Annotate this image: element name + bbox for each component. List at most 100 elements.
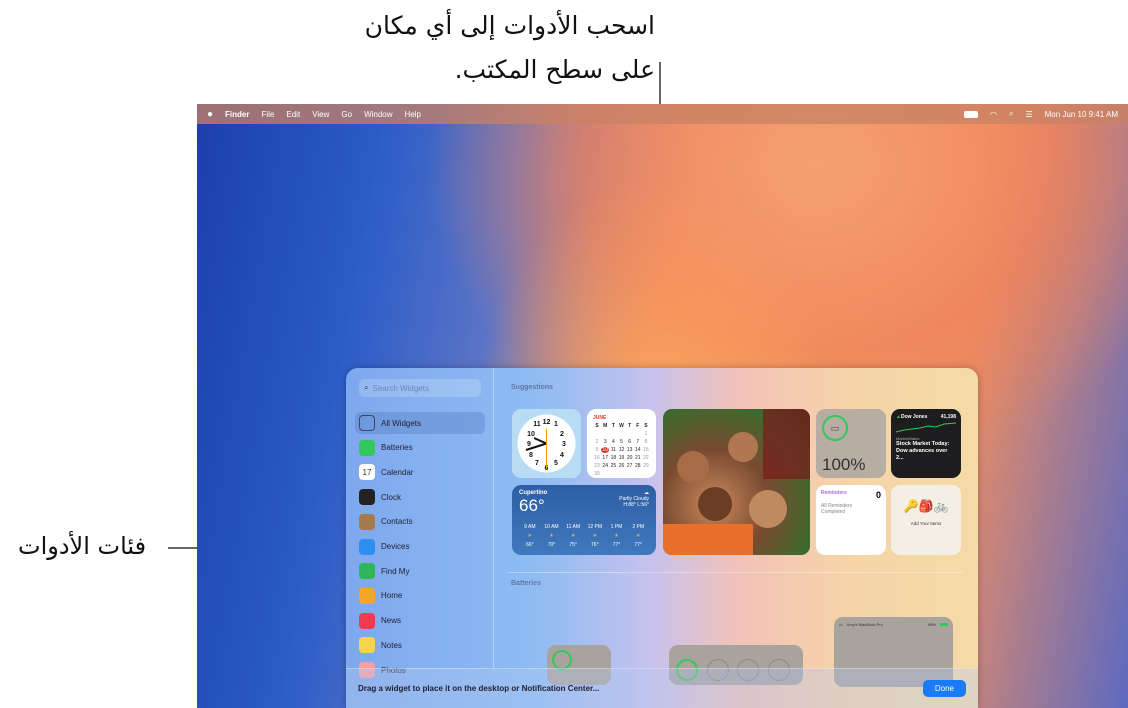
battery-widget[interactable]: ▭ 100% (816, 409, 886, 478)
svg-text:1: 1 (554, 421, 558, 428)
menu-go[interactable]: Go (341, 110, 352, 119)
sidebar-item-calendar[interactable]: 17 Calendar (355, 461, 485, 483)
forecast-hour: 2 PM (632, 524, 644, 530)
stocks-widget[interactable]: ▲Dow Jones 41,198 MarketWatch Stock Mark… (891, 409, 961, 478)
battery-status-icon[interactable] (963, 110, 978, 118)
sidebar-item-home[interactable]: Home (355, 585, 485, 607)
find-my-icon (359, 563, 375, 580)
calendar-date: 18 (610, 455, 617, 461)
drag-widgets-callout: اسحب الأدوات إلى أي مكان على سطح المكتب. (335, 4, 655, 92)
section-suggestions: Suggestions (511, 384, 554, 391)
calendar-date: 9 (595, 447, 599, 453)
sidebar-item-news[interactable]: News (355, 610, 485, 632)
calendar-date: 13 (626, 447, 633, 453)
forecast-hour: 9 AM (524, 524, 536, 530)
weekday-label: S (644, 423, 648, 429)
weather-widget[interactable]: Cupertino 66° ☁ Partly Cloudy H:88° L:56… (512, 485, 656, 555)
calendar-date: 27 (626, 463, 633, 469)
svg-text:7: 7 (535, 460, 539, 467)
wifi-icon[interactable]: ◠ (990, 110, 997, 119)
divider (507, 572, 963, 573)
sun-icon: ☀ (592, 533, 598, 539)
calendar-grid: S M T W T F S 1 2 3 4 5 6 7 8 9 10 11 12 13 14 15 16 17 18 19 20 21… (593, 423, 650, 477)
svg-text:9: 9 (527, 441, 531, 448)
sidebar-item-contacts[interactable]: Contacts (355, 511, 485, 533)
sidebar-item-find-my[interactable]: Find My (355, 560, 485, 582)
clock-icon (359, 489, 375, 506)
menu-clock[interactable]: Mon Jun 10 9:41 AM (1045, 110, 1118, 119)
calendar-date (626, 431, 634, 437)
photos-widget[interactable] (663, 409, 810, 555)
backpack-icon: 🎒 (918, 499, 934, 513)
svg-text:2: 2 (560, 431, 564, 438)
sun-icon: ☀ (549, 533, 554, 539)
calendar-month: JUNE (593, 415, 607, 421)
sidebar-item-batteries[interactable]: Batteries (355, 437, 485, 459)
calendar-date: 1 (644, 431, 648, 437)
calendar-widget[interactable]: JUNE S M T W T F S 1 2 3 4 5 6 7 8 9 10 11 12 13 14 15 16 17 18 1… (587, 409, 656, 478)
calendar-icon: 17 (359, 464, 375, 481)
svg-text:5: 5 (554, 460, 558, 467)
forecast-temp: 66° (526, 542, 534, 548)
calendar-date: 4 (611, 439, 615, 445)
calendar-date: 20 (626, 455, 633, 461)
hourly-forecast: 9 AM 10 AM 11 AM 12 PM 1 PM 2 PM ☀ ☀ ☀ ☀ ☀ ☀ 66° 70° 7… (519, 524, 649, 548)
search-input[interactable]: Search Widgets (372, 384, 428, 393)
calendar-date: 14 (634, 447, 641, 453)
notes-icon (359, 637, 375, 654)
calendar-date (617, 431, 625, 437)
spotlight-icon[interactable]: ⌕ (1009, 109, 1013, 119)
done-button[interactable]: Done (922, 680, 966, 697)
laptop-icon: ▭ (839, 622, 843, 627)
sidebar-item-label: Home (381, 591, 403, 601)
sidebar-item-devices[interactable]: Devices (355, 536, 485, 558)
menu-view[interactable]: View (312, 110, 329, 119)
find-my-label: Add Your Items (910, 521, 942, 526)
calendar-date (609, 431, 617, 437)
sidebar-item-label: Contacts (381, 517, 413, 527)
reminders-widget[interactable]: Reminders 0 All Reminders Completed (816, 485, 886, 555)
sun-icon: ☀ (635, 533, 641, 539)
forecast-temp: 77° (612, 542, 621, 548)
sidebar-item-all-widgets[interactable]: All Widgets (355, 412, 485, 434)
battery-percent: 100% (822, 455, 866, 474)
weekday-label: T (611, 423, 615, 429)
reminders-header: Reminders 0 (821, 490, 881, 500)
calendar-date (601, 431, 609, 437)
forecast-temp: 77° (634, 542, 642, 548)
calendar-date: 25 (610, 463, 617, 469)
sidebar-item-notes[interactable]: Notes (355, 634, 485, 656)
sidebar-item-clock[interactable]: Clock (355, 486, 485, 508)
menu-edit[interactable]: Edit (286, 110, 300, 119)
svg-text:12: 12 (543, 419, 551, 426)
drag-hint: Drag a widget to place it on the desktop… (358, 684, 600, 693)
svg-text:8: 8 (529, 452, 533, 459)
menu-window[interactable]: Window (364, 110, 392, 119)
apple-menu-icon[interactable]: ● (207, 109, 213, 120)
control-center-icon[interactable]: ☰ (1025, 110, 1032, 119)
sidebar-item-label: Batteries (381, 443, 413, 453)
weekday-label: T (628, 423, 632, 429)
calendar-date: 26 (618, 463, 625, 469)
news-icon (359, 612, 375, 629)
menu-help[interactable]: Help (405, 110, 421, 119)
calendar-date: 17 (602, 455, 608, 461)
widget-browser: Suggestions 12369 1245 781011 JUNE SMTWT… (495, 368, 978, 687)
battery-row: ▭ Amy's MacBook Pro 98% (839, 622, 948, 627)
menu-file[interactable]: File (262, 110, 275, 119)
sun-icon: ☀ (614, 533, 619, 539)
calendar-date: 11 (610, 447, 616, 453)
home-icon (359, 587, 375, 604)
callout-text: على سطح المكتب. (454, 55, 655, 84)
find-my-widget[interactable]: 🔑🎒🚲 Add Your Items (891, 485, 961, 555)
forecast-hour: 10 AM (544, 524, 559, 530)
search-widgets-field[interactable]: ⌕ Search Widgets (359, 379, 481, 397)
menu-app-name[interactable]: Finder (225, 110, 249, 119)
sidebar-item-label: News (381, 616, 402, 626)
forecast-temp: 76° (591, 542, 599, 548)
calendar-date: 29 (643, 463, 649, 469)
calendar-date: 7 (636, 439, 640, 445)
clock-widget[interactable]: 12369 1245 781011 (512, 409, 581, 478)
calendar-date: 10 (601, 447, 610, 453)
weekday-label: S (595, 423, 599, 429)
